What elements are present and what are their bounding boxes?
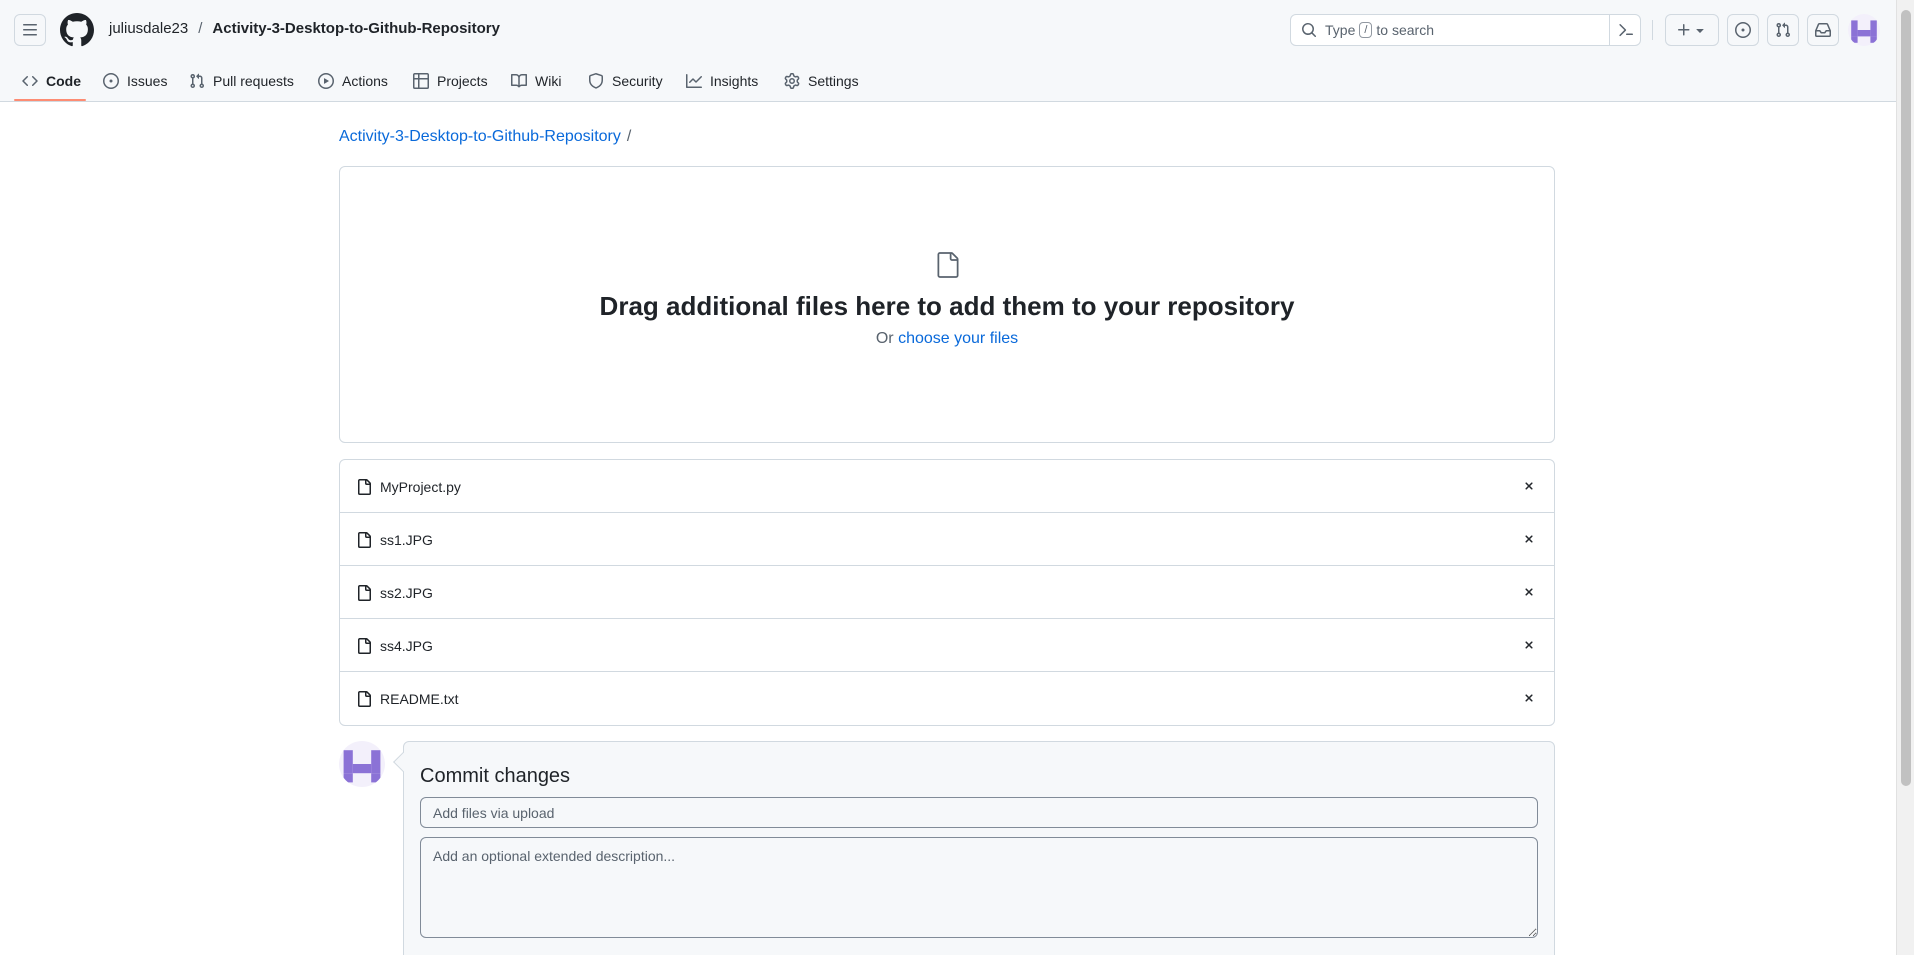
remove-file-button[interactable] bbox=[1520, 477, 1538, 495]
list-item: ss2.JPG bbox=[340, 566, 1554, 619]
global-header: juliusdale23 / Activity-3-Desktop-to-Git… bbox=[0, 0, 1896, 102]
file-name: ss1.JPG bbox=[380, 532, 433, 548]
issues-icon bbox=[1735, 22, 1751, 38]
inbox-icon bbox=[1815, 23, 1831, 37]
top-bar: juliusdale23 / Activity-3-Desktop-to-Git… bbox=[0, 0, 1896, 60]
file-icon bbox=[937, 252, 959, 278]
triangle-down-icon bbox=[1696, 29, 1704, 33]
uploaded-file-list: MyProject.py ss1.JPG ss2.JPG ss4.JPG REA… bbox=[339, 459, 1555, 726]
issue-opened-icon bbox=[103, 73, 119, 89]
list-item: MyProject.py bbox=[340, 460, 1554, 513]
remove-file-button[interactable] bbox=[1520, 583, 1538, 601]
tab-actions[interactable]: Actions bbox=[318, 60, 388, 102]
shield-icon bbox=[589, 73, 603, 89]
create-new-button[interactable] bbox=[1665, 14, 1719, 46]
list-item: ss4.JPG bbox=[340, 619, 1554, 672]
tab-security-label: Security bbox=[612, 73, 663, 89]
pull-requests-icon bbox=[1776, 22, 1791, 38]
avatar[interactable] bbox=[1848, 14, 1880, 46]
tab-settings-label: Settings bbox=[808, 73, 859, 89]
page-scrollbar[interactable] bbox=[1896, 0, 1914, 955]
dropzone-sub-prefix: Or bbox=[875, 330, 894, 347]
table-icon bbox=[413, 73, 429, 89]
hamburger-menu-button[interactable] bbox=[14, 14, 46, 46]
commit-changes-panel: Commit changes bbox=[403, 741, 1555, 955]
close-icon bbox=[1525, 641, 1533, 649]
close-icon bbox=[1525, 588, 1533, 596]
active-tab-indicator bbox=[14, 99, 86, 101]
search-placeholder-prefix: Type bbox=[1325, 22, 1356, 38]
file-icon bbox=[358, 691, 371, 707]
upload-breadcrumb: Activity-3-Desktop-to-Github-Repository / bbox=[339, 128, 631, 146]
tab-projects[interactable]: Projects bbox=[413, 60, 488, 102]
graph-icon bbox=[686, 74, 702, 88]
file-name: README.txt bbox=[380, 691, 459, 707]
book-icon bbox=[511, 73, 527, 88]
tab-settings[interactable]: Settings bbox=[784, 60, 859, 102]
dropzone-subtitle: Or choose your files bbox=[339, 330, 1555, 348]
tab-actions-label: Actions bbox=[342, 73, 388, 89]
inbox-button[interactable] bbox=[1807, 14, 1839, 46]
tab-issues[interactable]: Issues bbox=[103, 60, 167, 102]
search-icon bbox=[1302, 23, 1317, 38]
remove-file-button[interactable] bbox=[1520, 530, 1538, 548]
choose-files-link[interactable]: choose your files bbox=[898, 330, 1018, 347]
code-icon bbox=[22, 75, 38, 87]
tab-security[interactable]: Security bbox=[588, 60, 663, 102]
commit-description-textarea[interactable] bbox=[420, 837, 1538, 938]
search-shortcut-key: / bbox=[1359, 22, 1373, 38]
file-icon bbox=[358, 532, 371, 548]
commit-author-avatar bbox=[339, 741, 385, 787]
identicon-icon bbox=[1851, 20, 1877, 43]
play-icon bbox=[318, 73, 334, 89]
file-icon bbox=[358, 638, 371, 654]
gear-icon bbox=[784, 73, 800, 89]
close-icon bbox=[1525, 535, 1533, 543]
list-item: ss1.JPG bbox=[340, 513, 1554, 566]
tab-projects-label: Projects bbox=[437, 73, 488, 89]
close-icon bbox=[1525, 694, 1533, 702]
repo-nav-tabs: Code Issues Pull requests Actions Projec… bbox=[0, 60, 1896, 102]
git-pull-request-icon bbox=[190, 73, 205, 89]
file-icon bbox=[358, 585, 371, 601]
file-name: MyProject.py bbox=[380, 479, 461, 495]
tab-wiki[interactable]: Wiki bbox=[511, 60, 561, 102]
issues-button[interactable] bbox=[1727, 14, 1759, 46]
owner-link[interactable]: juliusdale23 bbox=[109, 20, 188, 37]
pull-requests-button[interactable] bbox=[1767, 14, 1799, 46]
breadcrumb-separator: / bbox=[198, 20, 203, 37]
tab-pull-requests-label: Pull requests bbox=[213, 73, 294, 89]
github-logo-icon[interactable] bbox=[60, 13, 94, 47]
list-item: README.txt bbox=[340, 672, 1554, 725]
tab-code-label: Code bbox=[46, 73, 81, 89]
header-divider bbox=[1652, 20, 1653, 40]
hamburger-icon bbox=[23, 24, 37, 36]
search-input[interactable]: Type / to search bbox=[1290, 14, 1641, 46]
file-name: ss2.JPG bbox=[380, 585, 433, 601]
close-icon bbox=[1525, 482, 1533, 490]
command-palette-icon bbox=[1618, 23, 1633, 37]
tab-pull-requests[interactable]: Pull requests bbox=[189, 60, 294, 102]
plus-icon bbox=[1678, 24, 1690, 36]
tab-insights-label: Insights bbox=[710, 73, 759, 89]
remove-file-button[interactable] bbox=[1520, 689, 1538, 707]
tab-code[interactable]: Code bbox=[22, 60, 81, 102]
breadcrumb-slash: / bbox=[626, 128, 632, 145]
command-palette-button[interactable] bbox=[1609, 14, 1641, 46]
commit-changes-title: Commit changes bbox=[420, 765, 571, 787]
file-icon bbox=[358, 479, 371, 495]
tab-wiki-label: Wiki bbox=[535, 73, 562, 89]
tab-issues-label: Issues bbox=[127, 73, 168, 89]
file-name: ss4.JPG bbox=[380, 638, 433, 654]
search-placeholder-suffix: to search bbox=[1376, 22, 1435, 38]
breadcrumb-repo-link[interactable]: Activity-3-Desktop-to-Github-Repository bbox=[339, 128, 621, 145]
repo-breadcrumb: juliusdale23 / Activity-3-Desktop-to-Git… bbox=[109, 20, 500, 37]
identicon-icon bbox=[343, 750, 381, 783]
commit-summary-input[interactable] bbox=[420, 797, 1538, 828]
dropzone-title: Drag additional files here to add them t… bbox=[599, 291, 1295, 321]
repo-link[interactable]: Activity-3-Desktop-to-Github-Repository bbox=[212, 20, 500, 37]
tab-insights[interactable]: Insights bbox=[686, 60, 758, 102]
scrollbar-thumb[interactable] bbox=[1901, 10, 1911, 786]
remove-file-button[interactable] bbox=[1520, 636, 1538, 654]
